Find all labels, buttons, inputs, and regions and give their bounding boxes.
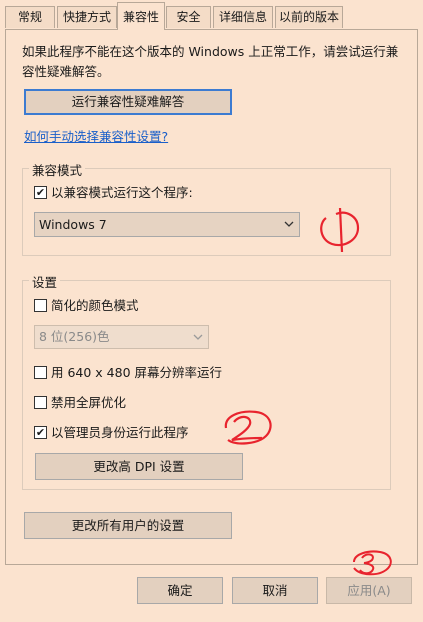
compat-mode-label: 以兼容模式运行这个程序:: [51, 185, 193, 200]
compat-mode-title: 兼容模式: [29, 160, 86, 179]
tab-general[interactable]: 常规: [5, 6, 55, 28]
color-mode-value: 8 位(256)色: [39, 329, 110, 344]
intro-line-2: 容性疑难解答。: [22, 64, 110, 79]
reduced-color-checkbox[interactable]: [34, 299, 47, 312]
annotation-circled-2: [224, 410, 272, 445]
intro-text: 如果此程序不能在这个版本的 Windows 上正常工作，请尝试运行兼 容性疑难解…: [22, 42, 402, 82]
tab-previous-versions[interactable]: 以前的版本: [275, 6, 343, 28]
annotation-circled-1: [320, 207, 360, 253]
intro-line-1: 如果此程序不能在这个版本的 Windows 上正常工作，请尝试运行兼: [22, 44, 399, 59]
chevron-down-icon: [193, 334, 203, 340]
ok-button[interactable]: 确定: [137, 577, 223, 604]
taskbar-edge: [0, 604, 423, 622]
run-troubleshooter-button[interactable]: 运行兼容性疑难解答: [24, 89, 232, 115]
fullscreen-opt-label: 禁用全屏优化: [51, 395, 127, 410]
cancel-button[interactable]: 取消: [232, 577, 318, 604]
os-version-select[interactable]: Windows 7: [34, 212, 300, 237]
fullscreen-opt-checkbox[interactable]: [34, 396, 47, 409]
tab-details[interactable]: 详细信息: [213, 6, 273, 28]
change-all-users-button[interactable]: 更改所有用户的设置: [24, 512, 232, 539]
color-mode-select: 8 位(256)色: [34, 325, 209, 349]
tab-strip: 常规 快捷方式 兼容性 安全 详细信息 以前的版本: [0, 0, 423, 30]
change-dpi-button[interactable]: 更改高 DPI 设置: [35, 453, 243, 480]
res-640-label: 用 640 x 480 屏幕分辨率运行: [51, 365, 223, 380]
tab-compatibility[interactable]: 兼容性: [117, 2, 165, 30]
os-version-value: Windows 7: [39, 217, 107, 232]
compat-mode-checkbox[interactable]: ✔: [34, 186, 47, 199]
tab-shortcut[interactable]: 快捷方式: [57, 6, 117, 28]
res-640-checkbox[interactable]: [34, 366, 47, 379]
reduced-color-label: 简化的颜色模式: [51, 298, 139, 313]
settings-title: 设置: [29, 272, 61, 291]
apply-button[interactable]: 应用(A): [326, 577, 412, 604]
tab-security[interactable]: 安全: [166, 6, 211, 28]
chevron-down-icon: [284, 221, 294, 227]
run-as-admin-checkbox[interactable]: ✔: [34, 426, 47, 439]
run-as-admin-label: 以管理员身份运行此程序: [51, 425, 189, 440]
manual-settings-link[interactable]: 如何手动选择兼容性设置?: [24, 126, 168, 145]
annotation-circled-3: [353, 550, 392, 576]
